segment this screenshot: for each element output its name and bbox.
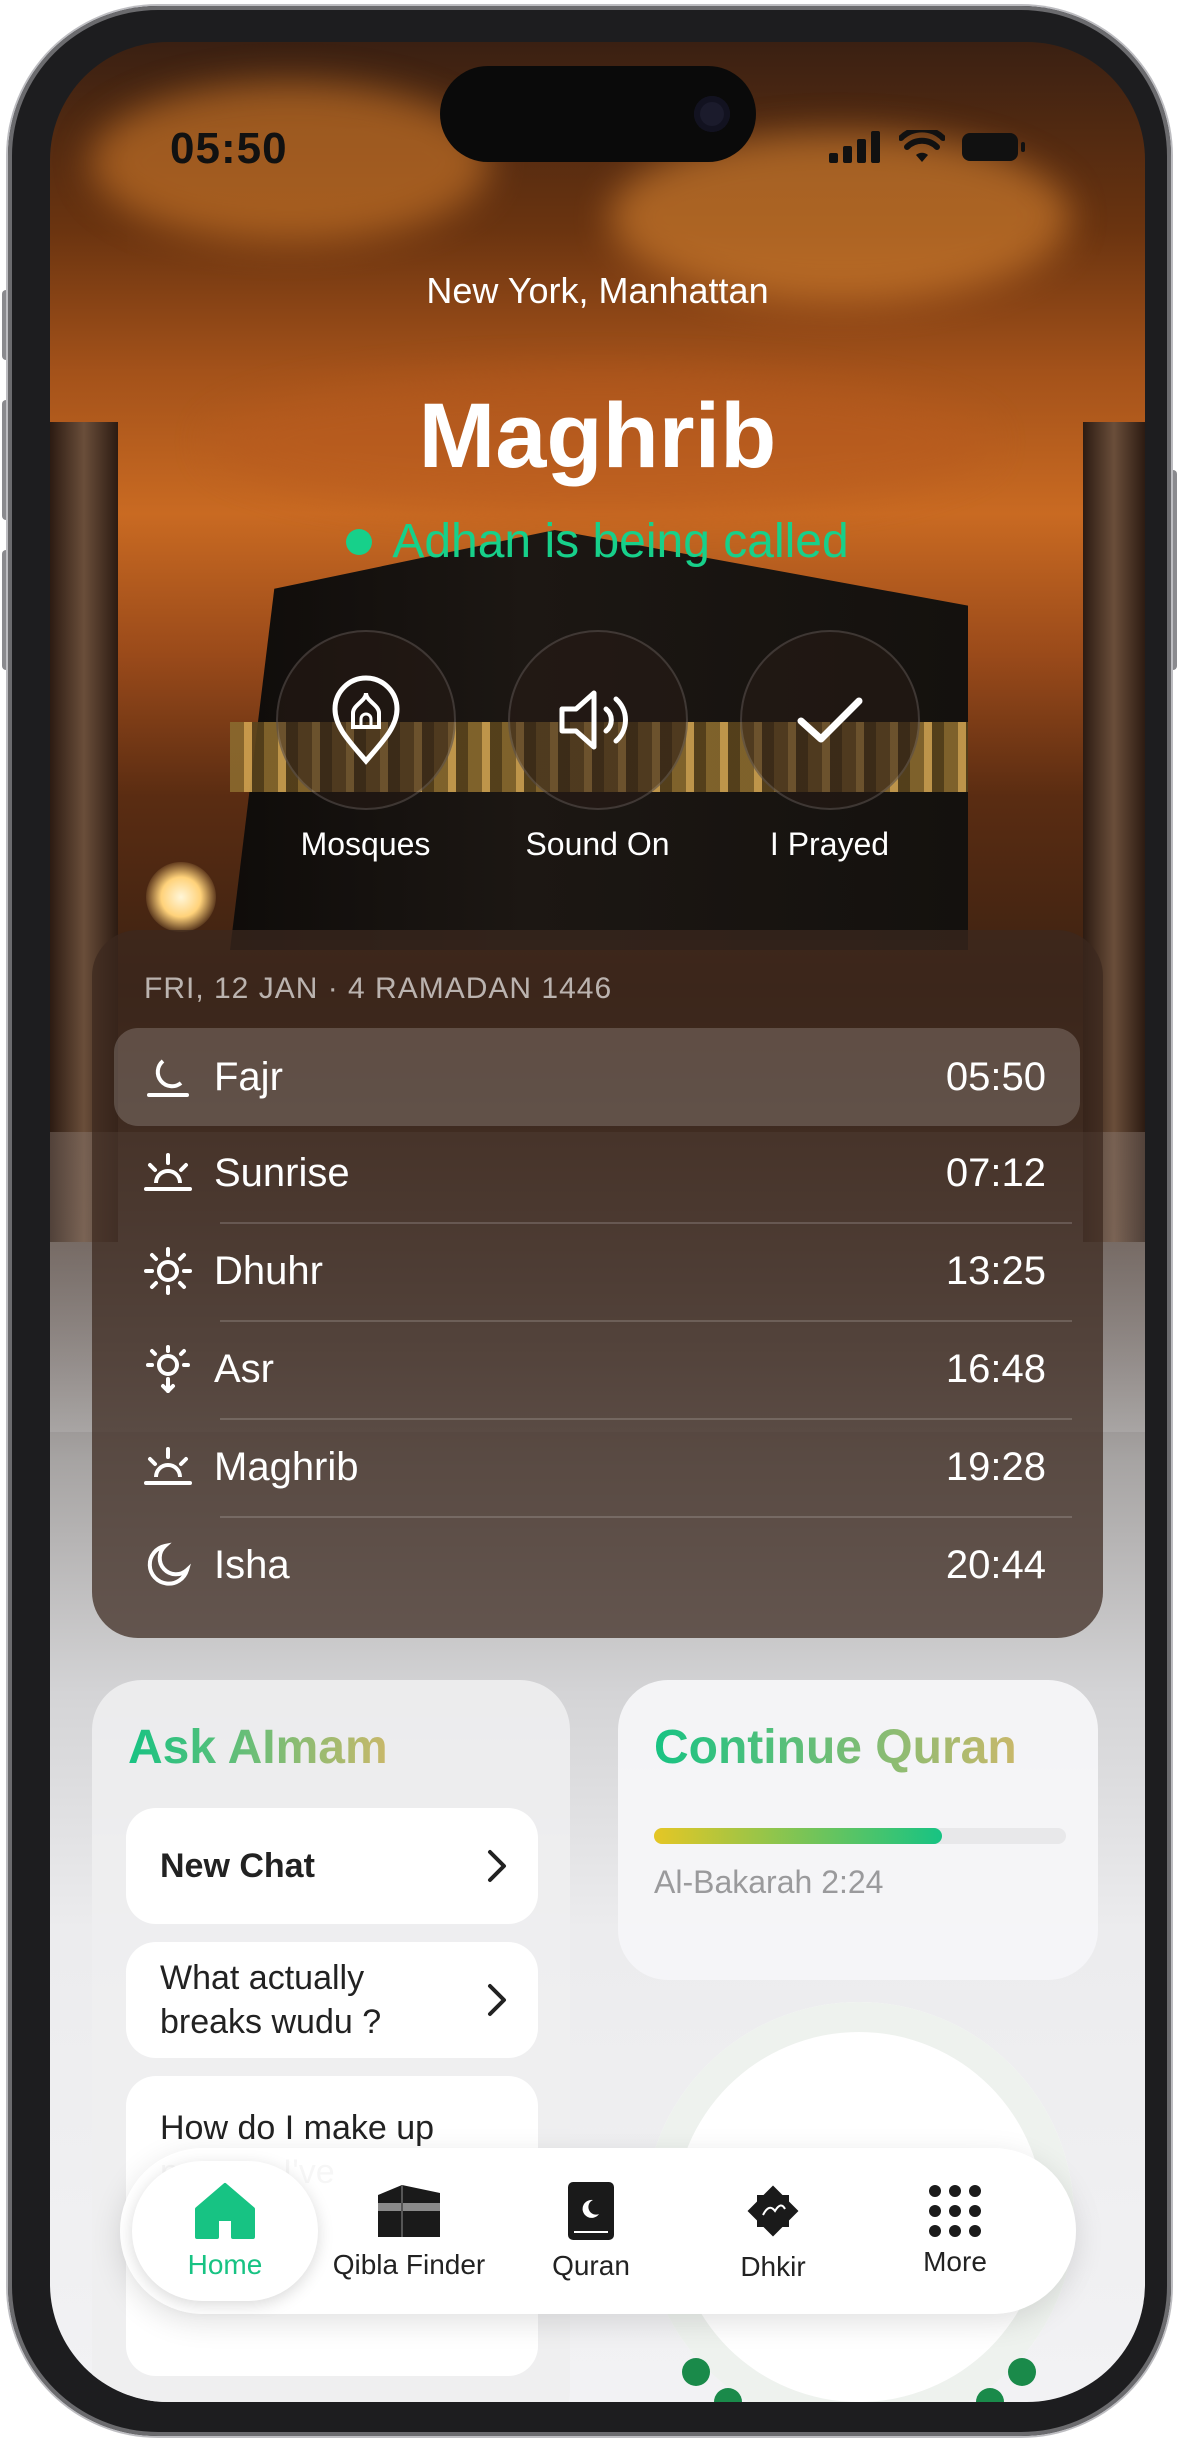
current-prayer-title: Maghrib — [418, 385, 777, 487]
prayer-row-sunrise[interactable]: Sunrise 07:12 — [114, 1124, 1080, 1222]
battery-icon — [962, 133, 1025, 161]
dhikr-icon — [747, 2185, 799, 2237]
tasbih-bead — [1008, 2358, 1036, 2386]
sound-toggle-button[interactable]: Sound On — [503, 630, 693, 863]
prayer-row-asr[interactable]: Asr 16:48 — [114, 1320, 1080, 1418]
continue-quran-title: Continue Quran — [654, 1721, 1017, 1774]
quran-book-icon — [568, 2182, 614, 2240]
grid-dots-icon — [929, 2185, 981, 2237]
tasbih-bead — [682, 2358, 710, 2386]
mosque-pin-icon — [331, 675, 400, 765]
cellular-signal-icon — [829, 131, 880, 163]
sunset-icon — [142, 1441, 194, 1493]
date-line: FRI, 12 JAN · 4 RAMADAN 1446 — [144, 972, 613, 1005]
quran-progress-bar — [654, 1828, 1066, 1844]
app-screen: 05:50 New York, Manhattan Maghrib Adhan … — [50, 42, 1145, 2402]
suggestion-wudu[interactable]: What actually breaks wudu ? — [126, 1942, 538, 2058]
prayer-row-fajr[interactable]: Fajr 05:50 — [114, 1028, 1080, 1126]
wifi-icon — [899, 130, 945, 162]
phone-frame: 05:50 New York, Manhattan Maghrib Adhan … — [8, 6, 1171, 2436]
prayer-name: Isha — [214, 1542, 290, 1587]
prayer-time: 19:28 — [945, 1444, 1046, 1489]
prayer-time: 05:50 — [945, 1054, 1046, 1099]
quran-progress-fill — [654, 1828, 943, 1844]
checkmark-icon — [797, 697, 862, 743]
prayer-time: 07:12 — [945, 1150, 1046, 1195]
nav-label: More — [923, 2246, 987, 2277]
prayer-name: Dhuhr — [214, 1248, 323, 1293]
prayer-name: Asr — [214, 1346, 274, 1391]
moon-horizon-icon — [142, 1051, 194, 1103]
i-prayed-label: I Prayed — [769, 826, 890, 862]
prayer-time: 16:48 — [945, 1346, 1046, 1391]
live-dot-icon — [346, 528, 373, 555]
sound-button-circle[interactable] — [507, 630, 688, 810]
prayer-time: 13:25 — [945, 1248, 1046, 1293]
status-icons — [829, 130, 1027, 164]
sound-label: Sound On — [525, 826, 670, 862]
speaker-icon — [559, 690, 628, 750]
chevron-right-icon — [488, 1984, 506, 2016]
nav-label: Quran — [552, 2250, 630, 2281]
chevron-right-icon — [488, 1850, 506, 1882]
home-icon — [195, 2183, 255, 2239]
nav-more[interactable]: More — [864, 2161, 1046, 2301]
nav-label: Dhkir — [740, 2251, 806, 2282]
nav-quran[interactable]: Quran — [500, 2161, 682, 2301]
suggestion-text: What actually breaks wudu ? — [160, 1959, 382, 2041]
nav-dhkir[interactable]: Dhkir — [682, 2161, 864, 2301]
front-camera — [694, 96, 730, 132]
bottom-navigation: Home Qibla Finder Quran Dhkir More — [120, 2148, 1076, 2314]
prayer-times-card: FRI, 12 JAN · 4 RAMADAN 1446 Fajr 05:50 … — [92, 930, 1103, 1638]
ask-aimam-title: Ask AImam — [128, 1721, 388, 1774]
prayer-name: Sunrise — [214, 1150, 350, 1195]
prayer-name: Maghrib — [214, 1444, 359, 1489]
kaaba-icon — [378, 2185, 440, 2237]
prayer-row-isha[interactable]: Isha 20:44 — [114, 1516, 1080, 1614]
nav-label: Qibla Finder — [332, 2249, 486, 2280]
nav-label: Home — [187, 2249, 263, 2280]
moon-icon — [142, 1539, 194, 1591]
status-time: 05:50 — [170, 124, 288, 173]
mosques-button[interactable]: Mosques — [271, 630, 461, 863]
mosques-button-circle[interactable] — [275, 630, 456, 810]
prayer-time: 20:44 — [945, 1542, 1046, 1587]
i-prayed-button[interactable]: I Prayed — [735, 630, 925, 863]
sun — [146, 862, 216, 932]
mosques-label: Mosques — [300, 826, 431, 862]
location-label[interactable]: New York, Manhattan — [50, 270, 1145, 312]
adhan-status-text: Adhan is being called — [392, 515, 849, 568]
prayer-row-dhuhr[interactable]: Dhuhr 13:25 — [114, 1222, 1080, 1320]
prayer-name: Fajr — [214, 1054, 283, 1099]
dynamic-island — [440, 66, 756, 162]
sunrise-icon — [142, 1147, 194, 1199]
new-chat-button[interactable]: New Chat — [126, 1808, 538, 1924]
nav-home[interactable]: Home — [132, 2161, 318, 2301]
nav-qibla-finder[interactable]: Qibla Finder — [318, 2161, 500, 2301]
prayer-row-maghrib[interactable]: Maghrib 19:28 — [114, 1418, 1080, 1516]
i-prayed-button-circle[interactable] — [739, 630, 920, 810]
continue-quran-card[interactable]: Continue Quran Al-Bakarah 2:24 — [618, 1680, 1098, 1980]
quick-actions: Mosques Sound On I Prayed — [50, 630, 1145, 863]
new-chat-label: New Chat — [160, 1847, 315, 1885]
adhan-status: Adhan is being called — [50, 514, 1145, 569]
sun-down-icon — [142, 1343, 194, 1395]
tasbih-bead — [714, 2388, 742, 2402]
sun-icon — [142, 1245, 194, 1297]
surah-position: Al-Bakarah 2:24 — [654, 1864, 884, 1900]
tasbih-bead — [976, 2388, 1004, 2402]
